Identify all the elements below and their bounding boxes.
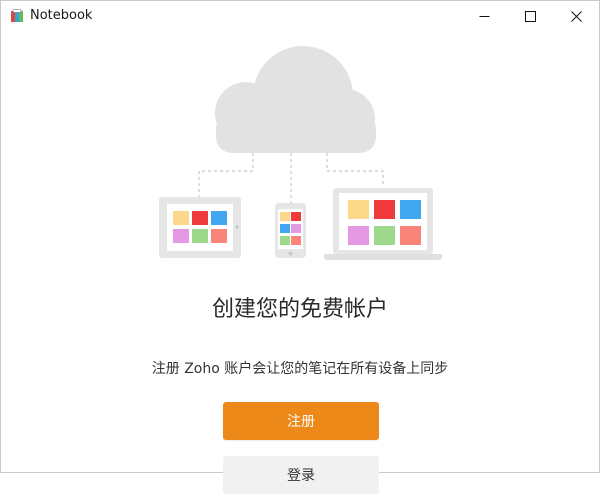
page-subtitle: 注册 Zoho 账户会让您的笔记在所有设备上同步	[151, 361, 449, 377]
minimize-button[interactable]	[461, 1, 507, 31]
close-button[interactable]	[553, 1, 599, 31]
maximize-button[interactable]	[507, 1, 553, 31]
window-title: Notebook	[30, 8, 93, 23]
signup-button[interactable]: 注册	[223, 402, 379, 440]
minimize-icon	[479, 15, 489, 17]
page-title: 创建您的免费帐户	[211, 297, 388, 322]
phone-icon	[275, 203, 306, 258]
tablet-icon	[159, 197, 241, 258]
title-bar: Notebook	[1, 1, 599, 31]
notebook-icon	[11, 9, 23, 22]
sync-devices-illustration	[159, 46, 442, 260]
close-icon	[570, 10, 582, 22]
cloud-icon	[215, 46, 376, 153]
maximize-icon	[524, 10, 536, 22]
login-button[interactable]: 登录	[223, 456, 379, 494]
laptop-icon	[324, 188, 442, 260]
